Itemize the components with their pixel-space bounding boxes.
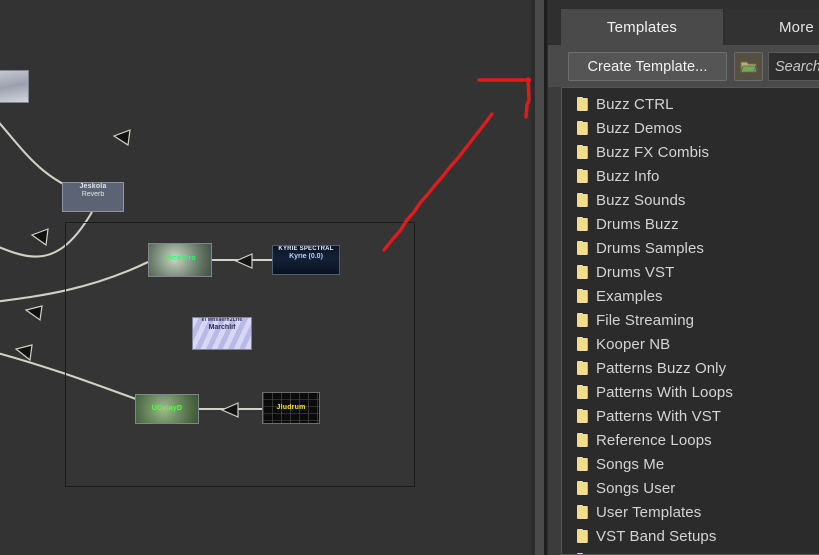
tree-item-label: Drums Samples: [596, 240, 704, 257]
search-input[interactable]: Search...: [768, 52, 819, 81]
folder-icon: [577, 458, 588, 471]
tree-item-label: Drums Buzz: [596, 216, 679, 233]
node-march[interactable]: el Mnsaerh2Life Marchlif: [192, 317, 252, 350]
tree-item-label: Patterns Buzz Only: [596, 360, 726, 377]
panel-splitter[interactable]: [531, 0, 548, 555]
panel-tabstrip: Templates More M: [548, 5, 819, 45]
folder-icon: [577, 98, 588, 111]
tree-item[interactable]: Buzz Info: [562, 164, 819, 188]
folder-open-icon: [740, 59, 758, 75]
tree-item-label: Patterns With VST: [596, 408, 721, 425]
folder-icon: [577, 170, 588, 183]
tree-item-label: User Templates: [596, 504, 701, 521]
tree-item[interactable]: Songs Me: [562, 452, 819, 476]
tree-item[interactable]: Reference Loops: [562, 428, 819, 452]
node-slice-pro[interactable]: Slice Pro: [148, 243, 212, 277]
tree-item[interactable]: Patterns With VST: [562, 404, 819, 428]
tree-item[interactable]: Buzz CTRL: [562, 92, 819, 116]
search-placeholder: Search...: [775, 59, 819, 75]
node-group-box[interactable]: [65, 222, 415, 487]
tree-item[interactable]: Buzz FX Combis: [562, 140, 819, 164]
node-uoelayd-label: UOelayD: [136, 405, 198, 413]
tree-item-label: Buzz Demos: [596, 120, 682, 137]
tree-item-label: Drums VST: [596, 264, 674, 281]
tree-item[interactable]: File Streaming: [562, 308, 819, 332]
folder-icon: [577, 506, 588, 519]
tree-item-label: Buzz Info: [596, 168, 659, 185]
tree-item[interactable]: Drums Samples: [562, 236, 819, 260]
folder-icon: [577, 122, 588, 135]
application-window: Jeskola Reverb Slice Pro KYRIE SPECTRAL …: [0, 0, 819, 555]
tree-item[interactable]: Buzz Demos: [562, 116, 819, 140]
node-jeskola-reverb-title: Jeskola: [63, 183, 123, 191]
tree-item[interactable]: Patterns With Loops: [562, 380, 819, 404]
tree-item-label: Reference Loops: [596, 432, 712, 449]
tree-item-label: Buzz CTRL: [596, 96, 674, 113]
tree-item-label: VST FX: [596, 552, 649, 555]
folder-icon: [577, 194, 588, 207]
folder-icon: [577, 362, 588, 375]
tree-item[interactable]: Drums VST: [562, 260, 819, 284]
tab-more-machines[interactable]: More M: [725, 9, 819, 45]
node-jeskola-reverb-sub: Reverb: [63, 191, 123, 199]
folder-icon: [577, 218, 588, 231]
create-template-button[interactable]: Create Template...: [568, 52, 727, 81]
create-template-button-label: Create Template...: [587, 59, 707, 75]
node-kyrie-spectral[interactable]: KYRIE SPECTRAL Kyrie (0.0): [272, 245, 340, 275]
template-folder-tree[interactable]: Buzz CTRL Buzz Demos Buzz FX Combis Buzz In…: [561, 87, 819, 555]
node-amp[interactable]: [0, 70, 29, 103]
tab-more-machines-label: More M: [779, 19, 819, 36]
tab-templates[interactable]: Templates: [561, 9, 723, 45]
node-march-sub: Marchlif: [193, 324, 251, 332]
node-slice-pro-label: Slice Pro: [149, 255, 211, 263]
folder-icon: [577, 146, 588, 159]
node-jludrum[interactable]: Jludrum: [262, 392, 320, 424]
folder-icon: [577, 530, 588, 543]
tree-item[interactable]: VST FX: [562, 548, 819, 555]
tree-item[interactable]: Patterns Buzz Only: [562, 356, 819, 380]
node-kyrie-title: KYRIE SPECTRAL: [273, 246, 339, 253]
tree-item[interactable]: Drums Buzz: [562, 212, 819, 236]
folder-icon: [577, 410, 588, 423]
tree-item[interactable]: Examples: [562, 284, 819, 308]
node-march-title: el Mnsaerh2Life: [193, 318, 251, 324]
tree-item-label: Kooper NB: [596, 336, 670, 353]
folder-icon: [577, 290, 588, 303]
tree-item-label: Buzz Sounds: [596, 192, 686, 209]
tree-item-label: Patterns With Loops: [596, 384, 733, 401]
splitter-edge: [544, 0, 547, 555]
templates-toolbar: Create Template... Search...: [548, 45, 819, 87]
tree-item[interactable]: Kooper NB: [562, 332, 819, 356]
tree-item[interactable]: Buzz Sounds: [562, 188, 819, 212]
folder-icon: [577, 338, 588, 351]
node-kyrie-sub: Kyrie (0.0): [273, 253, 339, 261]
machine-view-canvas[interactable]: Jeskola Reverb Slice Pro KYRIE SPECTRAL …: [0, 0, 531, 555]
splitter-grip[interactable]: [535, 0, 544, 555]
tree-item-label: Songs User: [596, 480, 675, 497]
tab-templates-label: Templates: [607, 19, 677, 36]
tree-item[interactable]: User Templates: [562, 500, 819, 524]
templates-panel: Templates More M Create Template... Sear…: [548, 0, 819, 555]
tree-item[interactable]: Songs User: [562, 476, 819, 500]
folder-icon: [577, 314, 588, 327]
node-jeskola-reverb[interactable]: Jeskola Reverb: [62, 182, 124, 212]
folder-icon: [577, 242, 588, 255]
node-uoelayd[interactable]: UOelayD: [135, 394, 199, 424]
node-jludrum-label: Jludrum: [263, 404, 319, 412]
folder-icon: [577, 386, 588, 399]
folder-open-icon-button[interactable]: [734, 52, 763, 81]
tree-item-label: Examples: [596, 288, 663, 305]
tree-item-label: Songs Me: [596, 456, 664, 473]
tree-item-label: Buzz FX Combis: [596, 144, 709, 161]
tree-item-label: File Streaming: [596, 312, 694, 329]
folder-icon: [577, 266, 588, 279]
tree-item[interactable]: VST Band Setups: [562, 524, 819, 548]
folder-icon: [577, 434, 588, 447]
folder-icon: [577, 482, 588, 495]
tree-item-label: VST Band Setups: [596, 528, 716, 545]
